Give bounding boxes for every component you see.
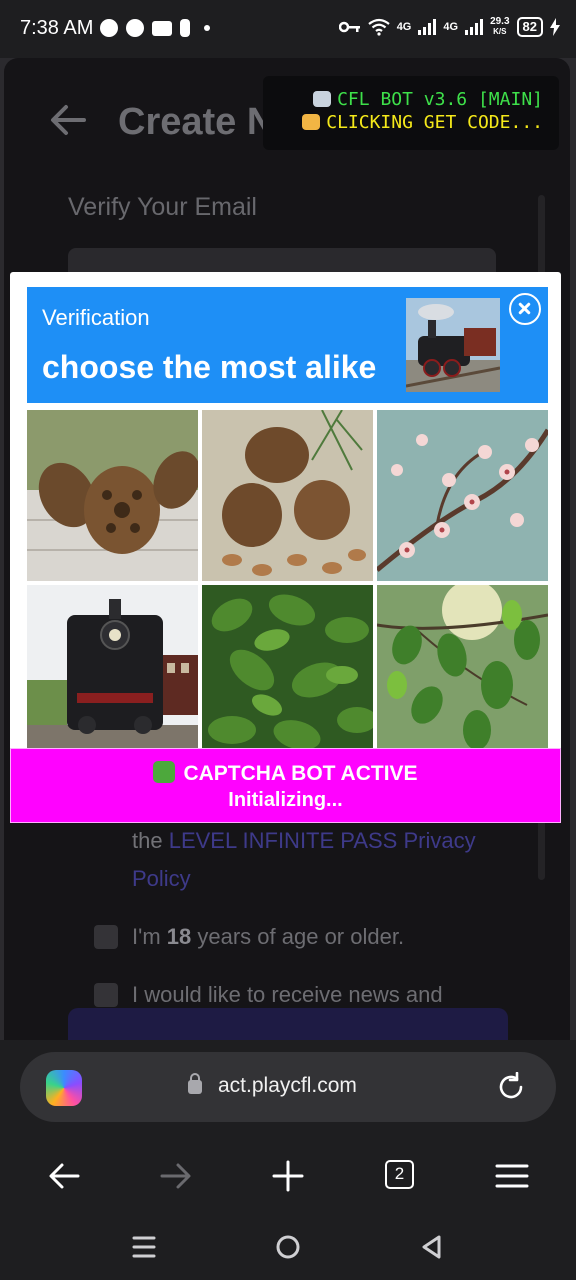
- tab-switcher-button[interactable]: 2: [385, 1160, 414, 1189]
- network-type-1: 4G: [396, 21, 412, 33]
- captcha-heading: Verification: [42, 305, 150, 330]
- captcha-tile-cherry-blossom-branch[interactable]: [377, 410, 548, 581]
- browser-forward-icon[interactable]: [156, 1156, 196, 1196]
- captcha-tile-green-leaves[interactable]: [202, 585, 373, 756]
- signal-1-icon: [418, 19, 437, 35]
- browser-toolbar: act.playcfl.com: [0, 1040, 576, 1140]
- recent-apps-icon[interactable]: [130, 1234, 158, 1260]
- new-tab-plus-icon[interactable]: [268, 1156, 308, 1196]
- messenger-icon: [126, 19, 144, 37]
- age-checkbox[interactable]: [94, 925, 118, 949]
- privacy-policy-link[interactable]: LEVEL INFINITE PASS Privacy Policy: [132, 828, 476, 891]
- address-bar[interactable]: act.playcfl.com: [20, 1052, 556, 1122]
- captcha-tile-pine-cones-with-almonds[interactable]: [202, 410, 373, 581]
- age-label: I'm 18 years of age or older.: [132, 924, 405, 949]
- news-checkbox[interactable]: [94, 983, 118, 1007]
- reload-icon[interactable]: [496, 1072, 526, 1102]
- puzzle-piece-icon: [153, 761, 176, 783]
- steam-locomotive-image: [27, 585, 198, 756]
- wifi-icon: [368, 18, 390, 36]
- signal-2-icon: [465, 19, 484, 35]
- menu-icon[interactable]: [492, 1156, 532, 1196]
- bot-action-line: CLICKING GET CODE...: [283, 111, 543, 134]
- green-leaves-image: [202, 585, 373, 756]
- back-arrow-icon[interactable]: [48, 100, 88, 140]
- browser-nav-bar: 2: [0, 1140, 576, 1210]
- captcha-bot-state: Initializing...: [228, 789, 343, 811]
- pine-cones-image: [27, 410, 198, 581]
- youtube-icon: [152, 20, 172, 36]
- copilot-icon[interactable]: [46, 1070, 82, 1106]
- captcha-bot-status: CAPTCHA BOT ACTIVE Initializing...: [10, 748, 561, 823]
- bot-version-line: CFL BOT v3.6 [MAIN]: [283, 88, 543, 111]
- robot-icon: [313, 91, 332, 107]
- captcha-close-button[interactable]: [509, 293, 541, 325]
- system-status: 4G 4G 29.3 K/S 82: [338, 16, 560, 37]
- system-back-icon[interactable]: [418, 1233, 444, 1261]
- captcha-tile-steam-locomotive[interactable]: [27, 585, 198, 756]
- battery-level: 82: [516, 17, 543, 37]
- pointing-hand-icon: [302, 114, 321, 130]
- status-bar: 7:38 AM 4G 4G 29.3 K/S 82: [0, 0, 576, 58]
- net-speed: 29.3 K/S: [490, 16, 510, 37]
- privacy-consent-text: the LEVEL INFINITE PASS Privacy Policy: [132, 828, 476, 891]
- lock-icon[interactable]: [188, 1073, 202, 1094]
- more-notifications-dot-icon: [204, 25, 210, 31]
- keyhole-icon: [180, 19, 190, 37]
- network-type-2: 4G: [443, 21, 459, 33]
- captcha-tile-pine-cones-on-wood[interactable]: [27, 410, 198, 581]
- captcha-header: Verification choose the most alike: [27, 287, 548, 403]
- notification-icons: [100, 19, 210, 37]
- charging-icon: [550, 18, 560, 36]
- news-label: I would like to receive news and: [132, 982, 443, 1007]
- news-optin-row[interactable]: I would like to receive news and: [94, 982, 443, 1008]
- captcha-sample-image: [406, 298, 500, 392]
- locomotive-sample-image: [406, 298, 500, 392]
- system-nav-bar: [0, 1210, 576, 1280]
- key-icon: [338, 21, 360, 33]
- home-icon[interactable]: [273, 1232, 303, 1262]
- screen: 7:38 AM 4G 4G 29.3 K/S 82 Create New Ver…: [0, 0, 576, 1280]
- clock: 7:38 AM: [20, 17, 94, 39]
- age-confirm-row[interactable]: I'm 18 years of age or older.: [94, 924, 404, 950]
- verify-email-label: Verify Your Email: [68, 193, 257, 221]
- captcha-dialog: Verification choose the most alike CAPTC…: [10, 272, 561, 823]
- captcha-bot-title: CAPTCHA BOT ACTIVE: [11, 761, 560, 786]
- pine-cones-almonds-image: [202, 410, 373, 581]
- leaves-sunlight-image: [377, 585, 548, 756]
- captcha-instruction: choose the most alike: [42, 349, 377, 385]
- browser-back-icon[interactable]: [44, 1156, 84, 1196]
- url-text[interactable]: act.playcfl.com: [218, 1074, 357, 1098]
- captcha-tile-leaves-in-sunlight[interactable]: [377, 585, 548, 756]
- app-notification-icon: [100, 19, 118, 37]
- cherry-blossom-image: [377, 410, 548, 581]
- bot-status-banner: CFL BOT v3.6 [MAIN] CLICKING GET CODE...: [263, 76, 559, 150]
